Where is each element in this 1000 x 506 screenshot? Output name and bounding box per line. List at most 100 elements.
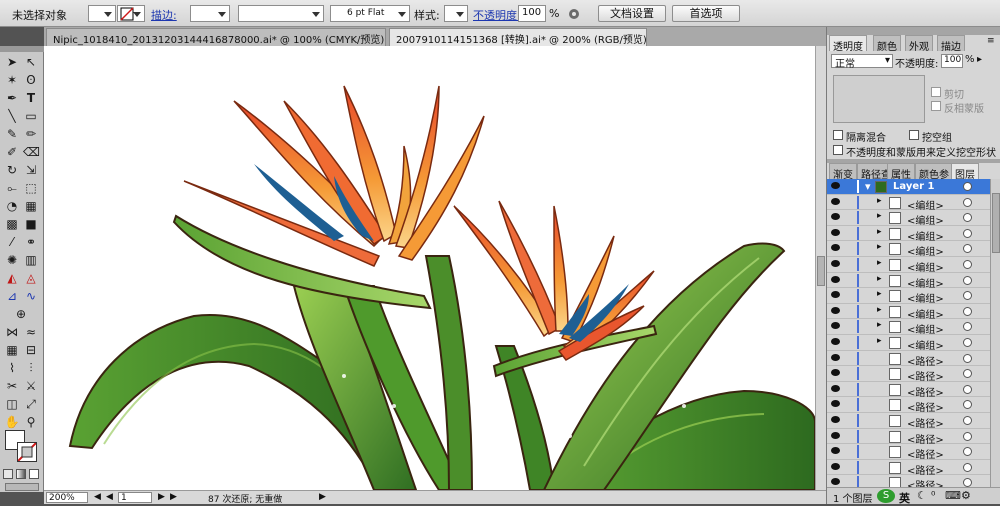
expand-triangle-icon[interactable]: ▸: [877, 242, 882, 252]
selection-tool-icon[interactable]: ➤: [4, 54, 20, 70]
expand-triangle-icon[interactable]: ▸: [877, 336, 882, 346]
scissors-icon[interactable]: ✂: [4, 378, 20, 394]
visibility-eye-icon[interactable]: [831, 431, 840, 439]
layer-row[interactable]: ▸ <编组>: [827, 272, 1000, 290]
target-circle-icon[interactable]: [963, 338, 972, 347]
artboard-tool-icon[interactable]: ⊿: [4, 288, 20, 304]
layer-row[interactable]: ▸ <编组>: [827, 241, 1000, 258]
visibility-eye-icon[interactable]: [831, 447, 840, 455]
expand-triangle-icon[interactable]: ▸: [877, 320, 882, 330]
target-circle-icon[interactable]: [963, 182, 972, 191]
tab-gradient[interactable]: 渐变: [829, 163, 857, 181]
target-circle-icon[interactable]: [963, 447, 972, 457]
tab-layers[interactable]: 图层: [951, 163, 979, 181]
layer-row[interactable]: <路径>: [827, 459, 1000, 477]
live-paint-selection-icon[interactable]: ◬: [23, 270, 39, 286]
expand-triangle-icon[interactable]: ▸: [877, 196, 882, 206]
layer-row[interactable]: ▸ <编组>: [827, 303, 1000, 321]
visibility-eye-icon[interactable]: [831, 260, 840, 267]
expand-triangle-icon[interactable]: ▸: [877, 211, 882, 221]
direct-selection-icon[interactable]: ↖: [23, 54, 39, 70]
prev-artboard-icon[interactable]: ◀: [94, 492, 101, 502]
vertical-scrollbar[interactable]: [815, 46, 826, 490]
opacity-popup-icon[interactable]: ▸: [977, 54, 982, 65]
target-circle-icon[interactable]: [963, 384, 972, 394]
zoom-dropdown[interactable]: 200%: [46, 492, 88, 503]
rotate-icon[interactable]: ↻: [4, 162, 20, 178]
layer-row-layer1[interactable]: ▾ Layer 1: [827, 179, 1000, 195]
layer-row[interactable]: ▸ <编组>: [827, 319, 1000, 336]
visibility-eye-icon[interactable]: [831, 400, 840, 408]
moon-icon[interactable]: ☾: [917, 489, 927, 502]
tab-attributes[interactable]: 属性: [887, 163, 915, 181]
clip-checkbox[interactable]: [931, 87, 941, 97]
document-setup-button[interactable]: 文档设置: [598, 5, 666, 22]
tab-color[interactable]: 颜色: [873, 35, 901, 53]
target-circle-icon[interactable]: [963, 306, 972, 316]
envelope-icon[interactable]: ⋈: [4, 324, 20, 340]
visibility-eye-icon[interactable]: [831, 338, 840, 345]
artboard-canvas[interactable]: [44, 46, 815, 490]
zoom-tool-icon[interactable]: ⚲: [23, 414, 39, 430]
opacity-mask-checkbox[interactable]: [833, 145, 843, 155]
knockout-group-checkbox[interactable]: [909, 130, 919, 140]
shape-builder-icon[interactable]: ◔: [4, 198, 20, 214]
blend-mode-dropdown[interactable]: 正常 ▾: [831, 54, 893, 70]
pencil-icon[interactable]: ✏: [23, 126, 39, 142]
scrollbar-thumb[interactable]: [817, 256, 825, 286]
none-mode-icon[interactable]: [29, 469, 39, 479]
target-circle-icon[interactable]: [963, 228, 972, 238]
visibility-eye-icon[interactable]: [831, 478, 840, 486]
ime-logo-icon[interactable]: S: [877, 489, 895, 503]
layer-row[interactable]: <路径>: [827, 413, 1000, 430]
target-circle-icon[interactable]: [963, 275, 972, 285]
visibility-eye-icon[interactable]: [831, 197, 840, 205]
visibility-eye-icon[interactable]: [831, 369, 840, 377]
tab-appearance[interactable]: 外观: [905, 35, 933, 53]
stroke-swatch-dropdown[interactable]: [117, 5, 145, 22]
blob-brush-icon[interactable]: ✐: [4, 144, 20, 160]
invert-mask-checkbox[interactable]: [931, 101, 941, 111]
visibility-eye-icon[interactable]: [831, 213, 840, 221]
visibility-eye-icon[interactable]: [831, 384, 840, 392]
eyedropper-icon[interactable]: ⁄: [4, 234, 20, 250]
symbol-icon[interactable]: ⊕: [13, 306, 29, 322]
color-mode-icon[interactable]: [3, 469, 13, 479]
hand-tool-icon[interactable]: ✋: [4, 414, 20, 430]
target-circle-icon[interactable]: [963, 369, 972, 379]
tab-transparency[interactable]: 透明度: [829, 35, 867, 53]
measure-icon[interactable]: ⤢: [23, 396, 39, 412]
layer-row[interactable]: ▸ <编组>: [827, 288, 1000, 305]
opacity-input[interactable]: 100: [518, 5, 546, 22]
lasso-icon[interactable]: ʘ: [23, 72, 39, 88]
screen-mode-icon[interactable]: [5, 483, 39, 491]
fill-swatch-dropdown[interactable]: [88, 5, 116, 22]
visibility-eye-icon[interactable]: [831, 228, 840, 236]
next-artboard-icon[interactable]: ▶: [158, 492, 165, 502]
settings-icon[interactable]: ⚙: [961, 489, 971, 502]
layer-row[interactable]: ▸ <编组>: [827, 225, 1000, 243]
expand-triangle-icon[interactable]: ▾: [865, 180, 871, 193]
visibility-eye-icon[interactable]: [831, 275, 840, 283]
stroke-color-icon[interactable]: [17, 442, 37, 462]
layer-row[interactable]: ▸ <编组>: [827, 257, 1000, 274]
eraser-icon[interactable]: ⌫: [23, 144, 40, 160]
visibility-eye-icon[interactable]: [831, 462, 840, 470]
stroke-weight-dropdown[interactable]: [190, 5, 230, 22]
target-circle-icon[interactable]: [963, 462, 972, 472]
layer-row[interactable]: <路径>: [827, 381, 1000, 399]
grid-icon[interactable]: ▦: [4, 342, 20, 358]
layer-row[interactable]: <路径>: [827, 428, 1000, 446]
blend-icon[interactable]: ⚭: [23, 234, 39, 250]
layer-row[interactable]: ▸ <编组>: [827, 210, 1000, 227]
expand-triangle-icon[interactable]: ▸: [877, 305, 882, 315]
keyboard-icon[interactable]: ⌨: [945, 489, 961, 502]
symbol-sprayer-icon[interactable]: ✺: [4, 252, 20, 268]
layer-row[interactable]: <路径>: [827, 397, 1000, 414]
rectangle-tool-icon[interactable]: ▭: [23, 108, 39, 124]
stroke-link[interactable]: 描边:: [151, 7, 177, 23]
preferences-button[interactable]: 首选项: [672, 5, 740, 22]
opacity-link[interactable]: 不透明度:: [473, 7, 521, 23]
free-transform-icon[interactable]: ⬚: [23, 180, 39, 196]
doc-tab-1[interactable]: Nipic_1018410_20131203144416878000.ai* @…: [46, 28, 386, 46]
